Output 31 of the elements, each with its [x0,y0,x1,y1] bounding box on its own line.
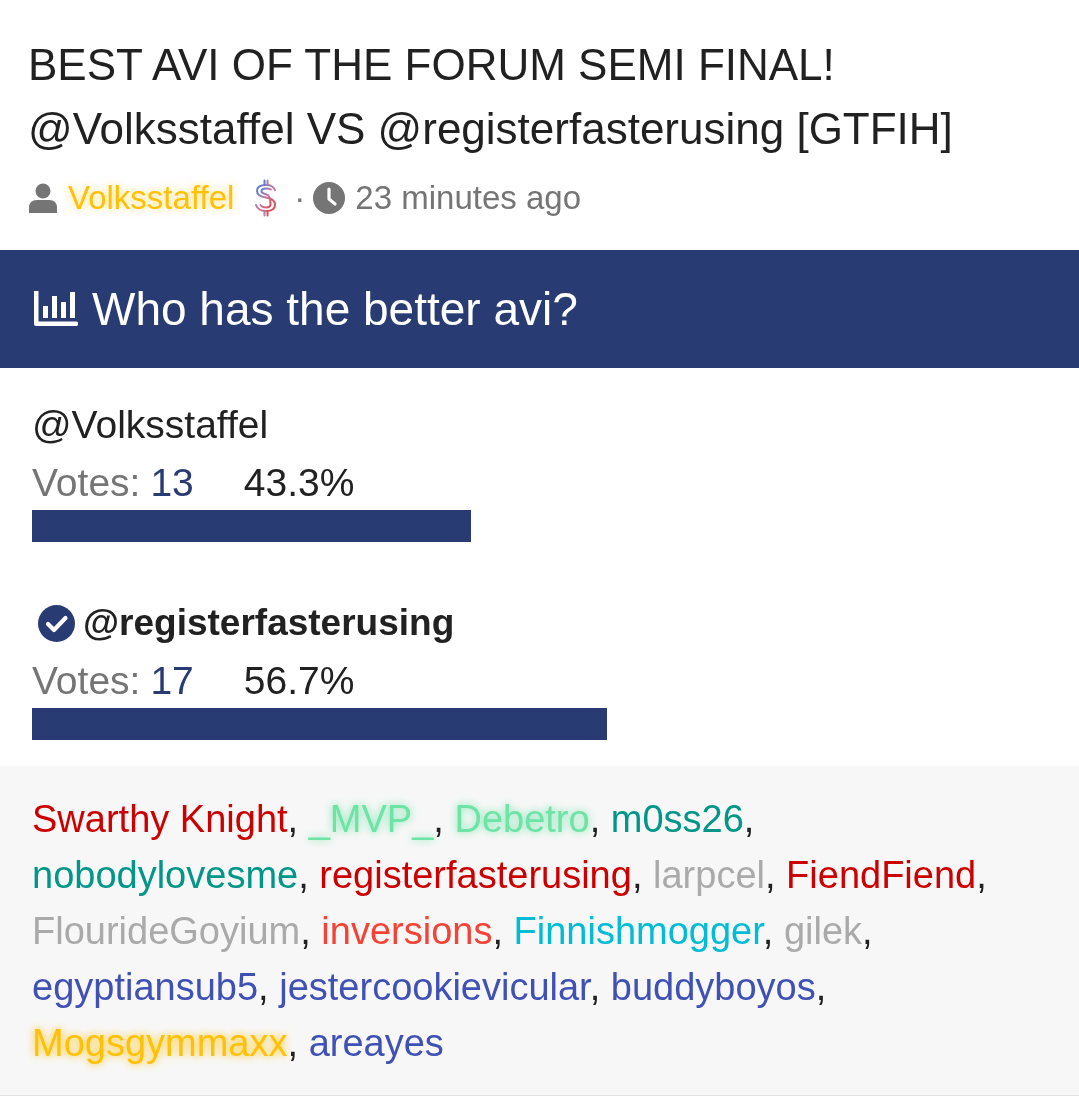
vote-percent: 56.7% [243,659,355,703]
vote-count: 13 [150,461,194,505]
voter-link[interactable]: Swarthy Knight [32,798,288,840]
thread-title: BEST AVI OF THE FORUM SEMI FINAL! @Volksstaffel VS @registerfasterusing [GTFIH] [28,39,954,155]
voter-link[interactable]: larpcel [653,854,765,896]
clock-icon [313,182,346,214]
voter-list: Swarthy Knight, _MVP_, Debetro, m0ss26, nobodylovesme, registerfasterusing, larpcel, FiendFiend, FlourideGoyium, inversions, Finnishmogger, gilek, egyptiansub5, jestercookievicular, buddyboyos, Mogsgymmaxx, areayes [32,791,1019,1071]
vote-count: 17 [150,659,194,703]
voter-link[interactable]: FiendFiend [786,854,977,896]
meta-separator: · [294,179,306,217]
poll-question: Who has the better avi? [92,282,578,336]
voter-link[interactable]: m0ss26 [610,798,744,840]
vote-percent: 43.3% [243,461,355,505]
voter-link[interactable]: nobodylovesme [32,854,299,896]
voter-link[interactable]: Finnishmogger [513,910,763,952]
votes-label: Votes: [32,659,141,703]
option-label: @registerfasterusing [83,602,455,644]
post-time: 23 minutes ago [355,179,581,217]
voter-link[interactable]: FlourideGoyium [32,910,301,952]
option-label: @Volksstaffel [32,403,269,447]
voter-link[interactable]: inversions [321,910,493,952]
check-circle-icon [38,604,75,642]
voter-link[interactable]: jestercookievicular [279,966,590,1008]
voter-link[interactable]: areayes [308,1022,444,1064]
voter-link[interactable]: registerfasterusing [319,854,632,896]
poll-icon [32,291,78,327]
voter-link[interactable]: egyptiansub5 [32,966,259,1008]
votes-label: Votes: [32,461,141,505]
user-icon [28,183,58,213]
voter-link[interactable]: buddyboyos [610,966,816,1008]
voter-link[interactable]: gilek [783,910,863,952]
